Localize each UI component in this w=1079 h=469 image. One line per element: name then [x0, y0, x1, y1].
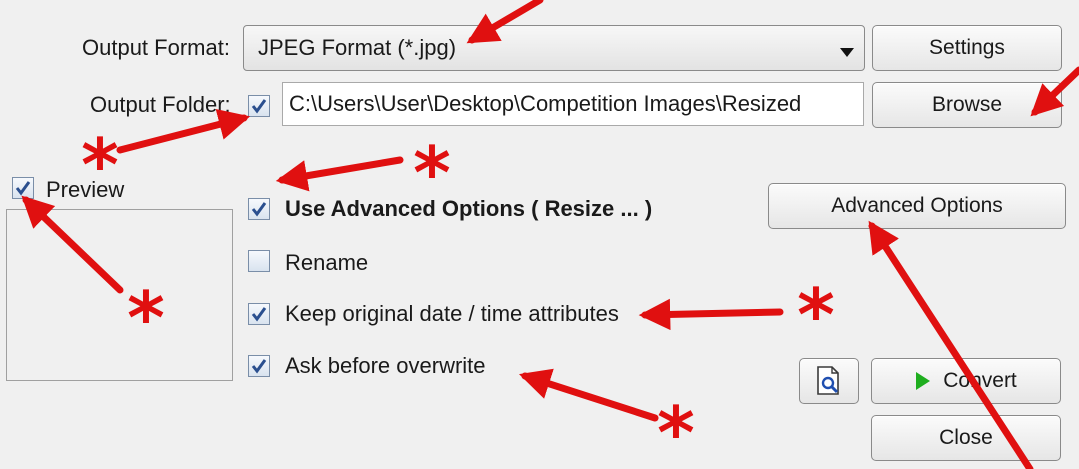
advanced-options-label: Use Advanced Options ( Resize ... )	[285, 196, 653, 221]
play-icon	[916, 372, 931, 390]
output-folder-label: Output Folder:	[90, 92, 231, 117]
output-format-select[interactable]: JPEG Format (*.jpg)	[243, 25, 865, 71]
ask-overwrite-label: Ask before overwrite	[285, 353, 486, 378]
annotation-arrow-keep-attributes	[638, 298, 784, 331]
annotation-arrow-advanced-checkbox	[275, 156, 404, 192]
checkmark-icon	[251, 307, 267, 322]
preview-label: Preview	[46, 177, 125, 202]
preview-pane	[6, 209, 233, 381]
ask-overwrite-checkbox[interactable]	[248, 355, 270, 377]
chevron-down-icon	[840, 44, 854, 62]
settings-button[interactable]: Settings	[872, 25, 1062, 71]
annotation-arrow-folder-checkbox	[116, 109, 251, 154]
keep-attributes-label: Keep original date / time attributes	[285, 301, 619, 326]
convert-label: Convert	[943, 369, 1017, 392]
checkmark-icon	[251, 202, 267, 217]
browse-button[interactable]: Browse	[872, 82, 1062, 128]
preview-file-button[interactable]	[799, 358, 859, 404]
output-folder-field[interactable]: C:\Users\User\Desktop\Competition Images…	[282, 82, 864, 126]
rename-label: Rename	[285, 250, 369, 275]
convert-button[interactable]: Convert	[871, 358, 1061, 404]
output-folder-checkbox[interactable]	[248, 95, 270, 117]
checkmark-icon	[15, 181, 31, 196]
annotation-arrow-ask-overwrite	[519, 368, 659, 422]
rename-checkbox[interactable]	[248, 250, 270, 272]
output-folder-path: C:\Users\User\Desktop\Competition Images…	[289, 91, 802, 116]
output-format-value: JPEG Format (*.jpg)	[258, 35, 457, 60]
output-format-label: Output Format:	[82, 35, 230, 60]
checkmark-icon	[251, 99, 267, 114]
magnifier-document-icon	[817, 366, 839, 395]
annotation-asterisk: *	[657, 391, 695, 469]
advanced-options-checkbox[interactable]	[248, 198, 270, 220]
keep-attributes-checkbox[interactable]	[248, 303, 270, 325]
checkmark-icon	[251, 359, 267, 374]
preview-checkbox[interactable]	[12, 177, 34, 199]
close-button[interactable]: Close	[871, 415, 1061, 461]
advanced-options-button[interactable]: Advanced Options	[768, 183, 1066, 229]
annotation-asterisk: *	[797, 273, 835, 357]
